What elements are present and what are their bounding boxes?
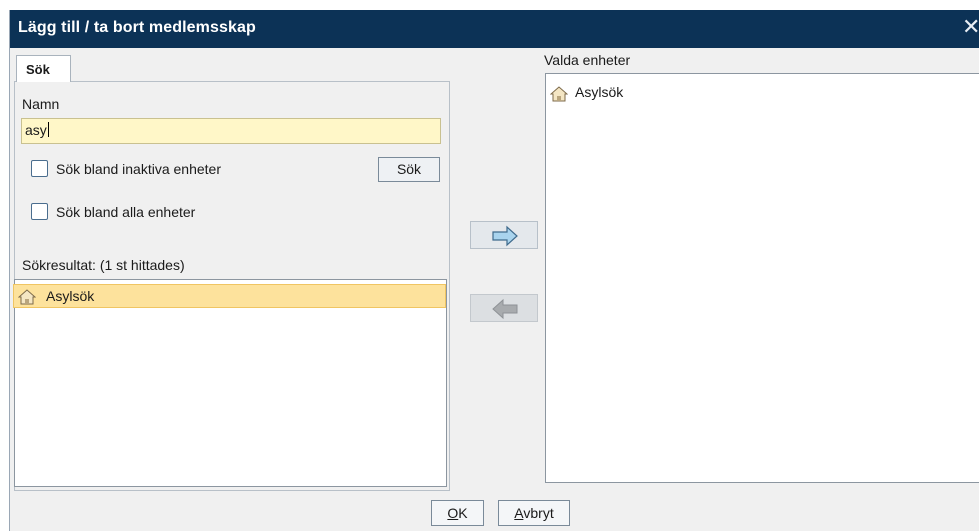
results-list[interactable] — [14, 279, 447, 487]
ok-label: K — [458, 505, 468, 521]
list-item[interactable]: Asylsök — [575, 84, 623, 100]
dialog-title: Lägg till / ta bort medlemsskap — [18, 19, 256, 36]
dialog: Lägg till / ta bort medlemsskap ✕ Sök Na… — [9, 10, 979, 531]
selected-units-list[interactable] — [545, 73, 979, 483]
cancel-mnemonic: A — [514, 505, 524, 521]
text-caret — [47, 122, 49, 137]
name-input-value: asy — [25, 122, 47, 138]
all-units-label[interactable]: Sök bland alla enheter — [56, 204, 195, 220]
all-units-checkbox[interactable] — [31, 203, 48, 220]
house-icon — [18, 289, 36, 305]
add-to-selected-button[interactable] — [470, 221, 538, 249]
inactive-units-label[interactable]: Sök bland inaktiva enheter — [56, 161, 221, 177]
search-button[interactable]: Sök — [378, 157, 440, 182]
inactive-units-checkbox[interactable] — [31, 160, 48, 177]
arrow-right-icon — [492, 225, 518, 247]
list-item[interactable]: Asylsök — [13, 284, 446, 308]
title-bar[interactable]: Lägg till / ta bort medlemsskap ✕ — [10, 10, 979, 48]
house-icon — [550, 86, 568, 102]
tab-search[interactable]: Sök — [16, 55, 71, 82]
cancel-button[interactable]: Avbryt — [498, 500, 570, 526]
name-input[interactable]: asy — [21, 118, 441, 144]
cancel-label: vbryt — [523, 505, 554, 521]
ok-mnemonic: O — [447, 505, 459, 521]
close-icon[interactable]: ✕ — [962, 15, 979, 40]
results-label: Sökresultat: (1 st hittades) — [22, 257, 185, 273]
remove-from-selected-button[interactable] — [470, 294, 538, 322]
ok-button[interactable]: OK — [431, 500, 484, 526]
name-label: Namn — [22, 96, 60, 112]
selected-units-label: Valda enheter — [544, 52, 631, 68]
arrow-left-icon — [492, 298, 518, 320]
